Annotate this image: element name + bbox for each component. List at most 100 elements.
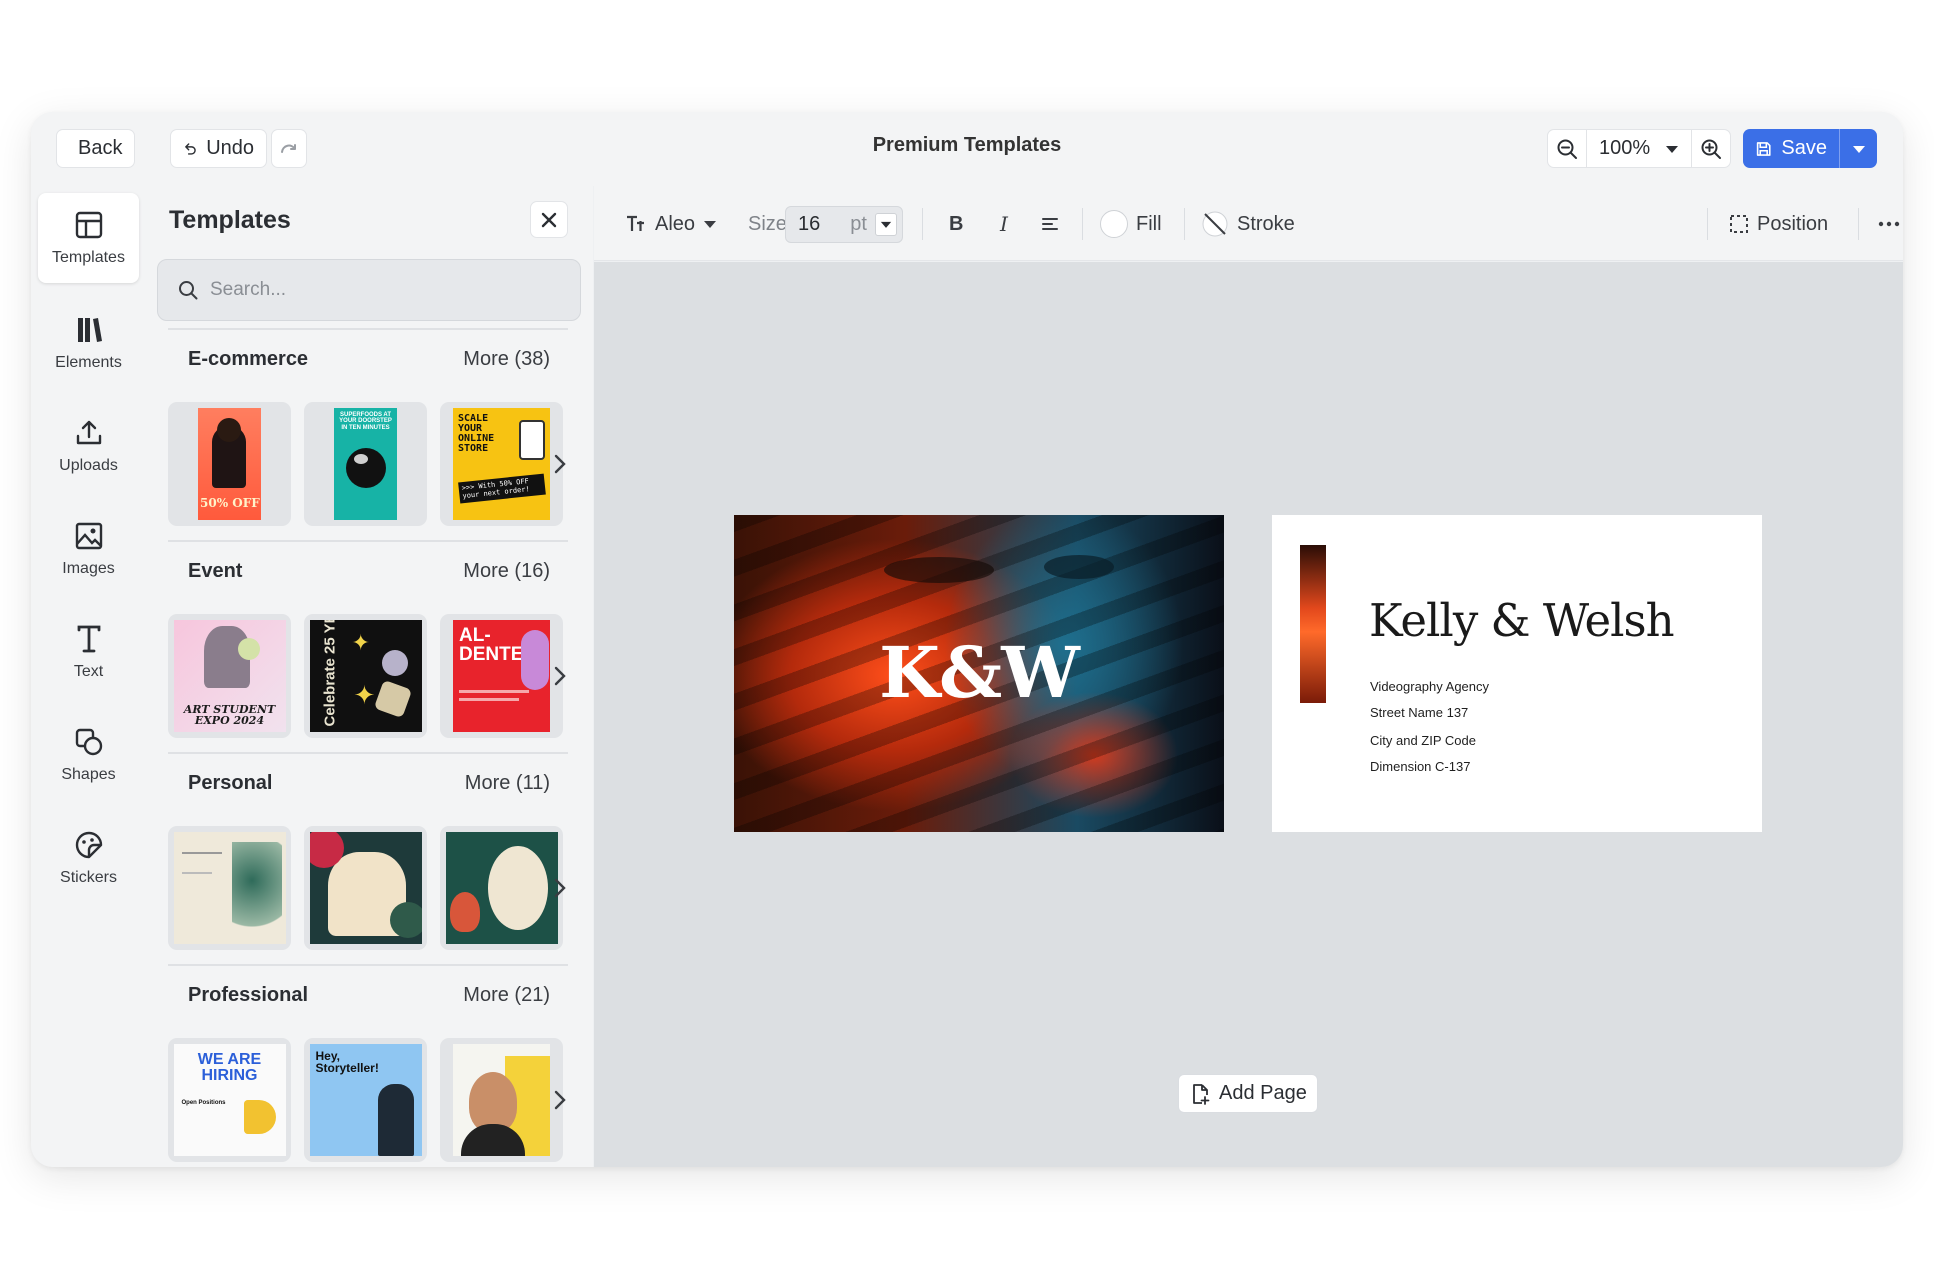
caret-down-icon [880,221,892,228]
fill-swatch-icon [1100,210,1128,238]
layout-icon [75,211,102,239]
template-thumbnail[interactable] [440,826,563,950]
thumb-text: Hey, Storyteller! [315,1049,379,1075]
template-thumbnail[interactable]: Celebrate 25 YEARS ✦ ✦ [304,614,427,738]
more-link[interactable]: More (38) [463,348,550,371]
divider [168,328,568,330]
text-icon [77,625,100,653]
zoom-out-button[interactable] [1547,129,1587,168]
add-page-label: Add Page [1219,1082,1307,1104]
chevron-right-icon[interactable] [550,874,570,902]
eye-shape [1044,555,1114,579]
rail-label: Text [73,663,104,680]
tool-rail: Templates Elements Uploads Images Text S… [31,186,146,1167]
card-back-page[interactable]: Kelly & Welsh Videography Agency Street … [1272,515,1762,832]
rail-label: Shapes [61,766,116,783]
font-size-field[interactable]: 16 pt [785,206,903,243]
template-thumbnail[interactable]: Hey, Storyteller! [304,1038,427,1162]
rail-label: Images [62,560,115,577]
company-name: Kelly & Welsh [1369,594,1675,647]
search-input[interactable] [210,279,530,301]
chevron-right-icon[interactable] [550,1086,570,1114]
thumb-text: Celebrate 25 YEARS [321,620,338,727]
close-panel-button[interactable] [530,201,568,238]
zoom-control: 100% [1547,129,1731,168]
panel-title: Templates [169,206,291,234]
more-link[interactable]: More (21) [463,984,550,1007]
save-group: Save [1743,129,1877,168]
template-thumbnail[interactable]: WE ARE HIRING Open Positions [168,1038,291,1162]
divider [1184,208,1185,240]
italic-button[interactable]: I [1000,207,1008,241]
rail-item-images[interactable]: Images [38,504,139,594]
font-size-unit: pt [850,213,867,235]
chevron-right-icon[interactable] [550,662,570,690]
zoom-in-button[interactable] [1691,129,1731,168]
size-label: Size [748,212,787,235]
divider [168,752,568,754]
thumb-text: Open Positions [181,1100,226,1106]
position-label: Position [1757,212,1829,235]
stroke-button[interactable]: Stroke [1201,207,1295,241]
zoom-out-icon [1557,139,1577,159]
font-name: Aleo [655,212,696,235]
card-front-page[interactable]: K&W [734,515,1224,832]
divider [168,964,568,966]
address-line: City and ZIP Code [1370,733,1476,748]
rail-item-shapes[interactable]: Shapes [38,710,139,800]
rail-item-templates[interactable]: Templates [38,193,139,283]
text-toolbar: Aleo Size 16 pt B I Fill Stroke Position [594,186,1903,261]
position-button[interactable]: Position [1729,207,1828,241]
sticker-icon [75,831,102,859]
rail-item-text[interactable]: Text [38,607,139,697]
image-strip [1300,545,1326,703]
stroke-label: Stroke [1237,212,1295,235]
bold-button[interactable]: B [949,207,963,241]
editor-window: Back Undo Premium Templates 100% Save Te… [31,112,1903,1167]
floppy-disk-icon [1756,141,1771,156]
font-size-dropdown[interactable] [875,213,897,236]
shapes-icon [75,728,102,756]
address-line: Dimension C-137 [1370,759,1471,774]
template-thumbnail[interactable] [440,1038,563,1162]
add-page-button[interactable]: Add Page [1178,1074,1318,1113]
chevron-right-icon[interactable] [550,450,570,478]
fill-button[interactable]: Fill [1100,207,1162,241]
more-link[interactable]: More (11) [465,772,550,795]
more-options-button[interactable] [1878,207,1900,241]
thumb-text: ART STUDENT EXPO 2024 [183,703,276,727]
thumb-text: WE ARE HIRING [197,1051,262,1084]
zoom-select[interactable]: 100% [1587,129,1691,168]
divider [1858,208,1859,240]
rail-label: Elements [55,354,122,371]
template-thumbnail[interactable]: SCALE YOUR ONLINE STORE >>> With 50% OFF… [440,402,563,526]
template-thumbnail[interactable] [304,826,427,950]
top-bar: Back Undo Premium Templates 100% Save [31,112,1903,186]
more-link[interactable]: More (16) [463,560,550,583]
template-thumbnail[interactable]: ART STUDENT EXPO 2024 [168,614,291,738]
thumb-text: 50% OFF [200,496,260,510]
rail-label: Templates [52,249,125,266]
more-horizontal-icon [1878,221,1900,227]
rail-item-uploads[interactable]: Uploads [38,401,139,491]
save-options-dropdown[interactable] [1839,129,1877,168]
template-thumbnail[interactable]: SUPERFOODS AT YOUR DOORSTEP IN TEN MINUT… [304,402,427,526]
template-thumbnail[interactable] [168,826,291,950]
rail-item-elements[interactable]: Elements [38,298,139,388]
font-select[interactable]: Aleo [625,207,717,241]
monogram-text: K&W [879,631,1080,714]
rail-label: Uploads [59,457,118,474]
save-button[interactable]: Save [1743,129,1839,168]
templates-panel: Templates E-commerce More (38) 50% OFF [146,186,593,1167]
address-line: Videography Agency [1370,679,1490,694]
add-page-icon [1193,1083,1210,1105]
align-button[interactable] [1040,207,1060,241]
template-thumbnail[interactable]: 50% OFF [168,402,291,526]
template-thumbnail[interactable]: AL-DENTE [440,614,563,738]
align-left-icon [1042,218,1058,230]
eye-shape [884,557,994,583]
thumb-text: AL-DENTE [459,625,524,665]
rail-item-stickers[interactable]: Stickers [38,813,139,903]
caret-down-icon [1666,145,1678,153]
divider [168,540,568,542]
